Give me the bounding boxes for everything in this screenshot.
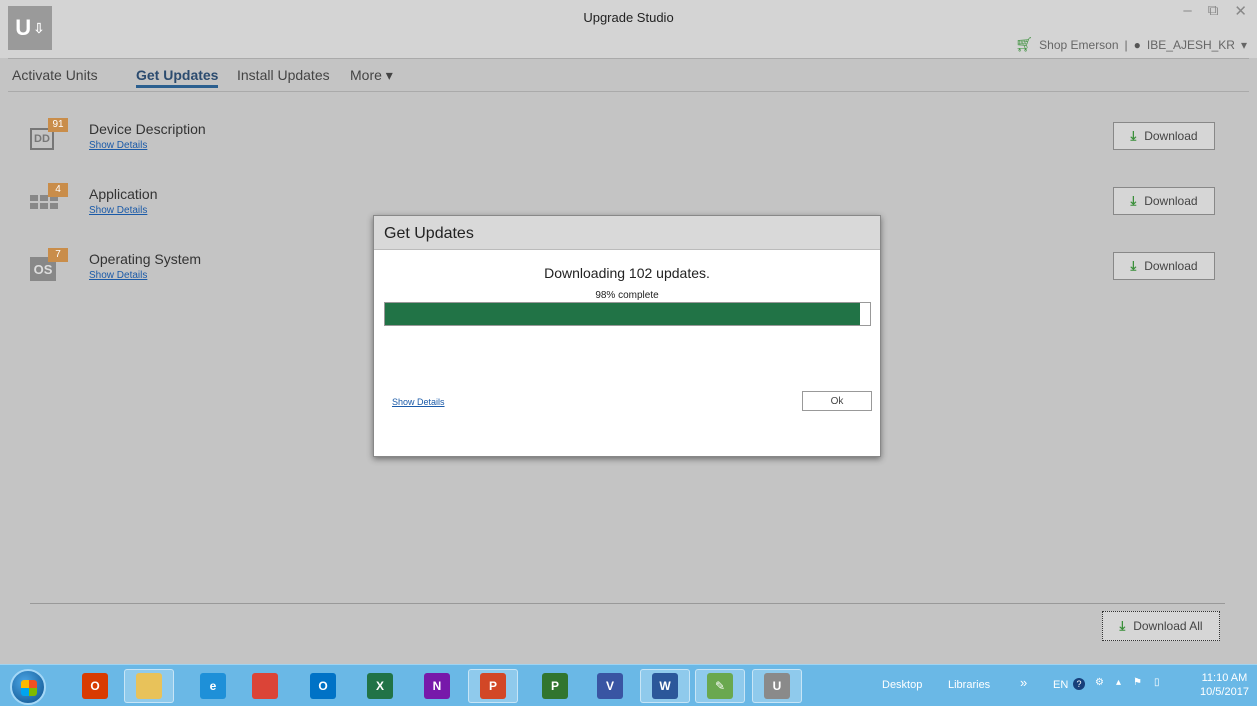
progress-fill [385, 303, 861, 325]
ok-button[interactable]: Ok [802, 391, 872, 411]
taskbar-app[interactable]: O [70, 669, 120, 703]
minimize-button[interactable]: – [1183, 2, 1191, 20]
taskbar-app[interactable] [124, 669, 174, 703]
user-icon: ● [1133, 37, 1141, 52]
count-badge: 4 [48, 183, 68, 197]
os-icon: OS 7 [30, 248, 68, 282]
download-icon: ⤓ [1119, 618, 1126, 633]
help-icon[interactable]: ? [1073, 678, 1085, 690]
taskbar-app[interactable]: P [530, 669, 580, 703]
dialog-title: Get Updates [374, 216, 880, 250]
dd-icon: DD 91 [30, 118, 68, 152]
show-details-link[interactable]: Show Details [89, 270, 147, 281]
download-button[interactable]: ⤓ Download [1113, 122, 1215, 150]
word-icon: W [652, 673, 678, 699]
title-bar: U ⇩ Upgrade Studio – ⧉ ✕ 🛒︎ Shop Emerson … [0, 0, 1257, 58]
taskbar: Oe O X N P P V W ✎ U Desktop Libraries » EN ? ⚙ ▴… [0, 664, 1257, 706]
item-title: Application [89, 186, 158, 202]
download-icon: ⤓ [1130, 193, 1137, 208]
restore-button[interactable]: ⧉ [1208, 2, 1219, 20]
list-item-operating-system: OS 7 Operating System Show Details [30, 248, 430, 288]
tab-more[interactable]: More ▾ [350, 67, 393, 84]
window-title: Upgrade Studio [583, 10, 674, 25]
user-menu[interactable]: IBE_AJESH_KR [1147, 38, 1235, 52]
list-item-device-description: DD 91 Device Description Show Details [30, 118, 430, 158]
excel-icon: X [367, 673, 393, 699]
show-details-link[interactable]: Show Details [89, 140, 147, 151]
taskbar-app[interactable]: U [752, 669, 802, 703]
separator: | [1124, 37, 1128, 52]
powerpoint-icon: P [480, 673, 506, 699]
shop-emerson-link[interactable]: Shop Emerson [1039, 38, 1118, 52]
download-all-button[interactable]: ⤓ Download All [1102, 611, 1220, 641]
system-tray: Desktop Libraries » EN ? ⚙ ▴ ⚑ ▯ 11:10 A… [870, 665, 1257, 706]
taskbar-app[interactable]: V [585, 669, 635, 703]
tab-get-updates[interactable]: Get Updates [136, 67, 219, 88]
language-indicator[interactable]: EN [1053, 679, 1068, 691]
count-badge: 91 [48, 118, 68, 132]
taskbar-app[interactable]: ✎ [695, 669, 745, 703]
internet-explorer-icon: e [200, 673, 226, 699]
dialog-message: Downloading 102 updates. [544, 265, 710, 281]
progress-percent: 98% complete [595, 290, 659, 301]
main-nav: Activate Units Get Updates Install Updat… [8, 58, 1249, 92]
onenote-icon: N [424, 673, 450, 699]
application-grid-icon: 4 [30, 183, 68, 217]
start-button[interactable] [10, 669, 46, 705]
flag-icon[interactable]: ⚑ [1133, 677, 1142, 688]
taskbar-app[interactable]: O [298, 669, 348, 703]
user-bar: 🛒︎ Shop Emerson | ● IBE_AJESH_KR ▾ [1015, 36, 1247, 53]
item-title: Operating System [89, 251, 202, 267]
tab-install-updates[interactable]: Install Updates [237, 67, 330, 83]
list-item-application: 4 Application Show Details [30, 183, 430, 223]
item-title: Device Description [89, 121, 206, 137]
window-controls: – ⧉ ✕ [1183, 2, 1247, 20]
desktop-toolbar[interactable]: Desktop [882, 679, 922, 691]
download-icon: ⤓ [1130, 128, 1137, 143]
chrome-icon [252, 673, 278, 699]
progress-bar [384, 302, 871, 326]
libraries-toolbar[interactable]: Libraries [948, 679, 990, 691]
battery-icon[interactable]: ▯ [1154, 677, 1160, 688]
download-button[interactable]: ⤓ Download [1113, 187, 1215, 215]
taskbar-app[interactable]: e [188, 669, 238, 703]
show-details-link[interactable]: Show Details [392, 397, 445, 407]
taskbar-app[interactable]: N [412, 669, 462, 703]
tray-icons: ⚙ ▴ ⚑ ▯ [1095, 677, 1159, 688]
download-button[interactable]: ⤓ Download [1113, 252, 1215, 280]
divider [30, 603, 1225, 604]
download-icon: ⤓ [1130, 258, 1137, 273]
tab-activate-units[interactable]: Activate Units [12, 67, 98, 83]
taskbar-app[interactable]: P [468, 669, 518, 703]
taskbar-app[interactable]: W [640, 669, 690, 703]
file-explorer-icon [136, 673, 162, 699]
show-hidden-icons[interactable]: ▴ [1116, 677, 1121, 688]
network-icon[interactable]: ⚙ [1095, 677, 1104, 688]
clock[interactable]: 11:10 AM 10/5/2017 [1200, 671, 1249, 699]
outlook-icon: O [310, 673, 336, 699]
chevron-right-icon[interactable]: » [1020, 675, 1027, 690]
project-icon: P [542, 673, 568, 699]
paint-icon: ✎ [707, 673, 733, 699]
show-details-link[interactable]: Show Details [89, 205, 147, 216]
count-badge: 7 [48, 248, 68, 262]
office-icon: O [82, 673, 108, 699]
get-updates-dialog: Get Updates Downloading 102 updates. 98%… [373, 215, 881, 457]
upgrade-studio-icon: U [764, 673, 790, 699]
taskbar-app[interactable]: X [355, 669, 405, 703]
taskbar-app[interactable] [240, 669, 290, 703]
close-button[interactable]: ✕ [1234, 2, 1247, 20]
cart-icon[interactable]: 🛒︎ [1015, 36, 1033, 53]
chevron-down-icon[interactable]: ▾ [1241, 38, 1247, 52]
visio-icon: V [597, 673, 623, 699]
